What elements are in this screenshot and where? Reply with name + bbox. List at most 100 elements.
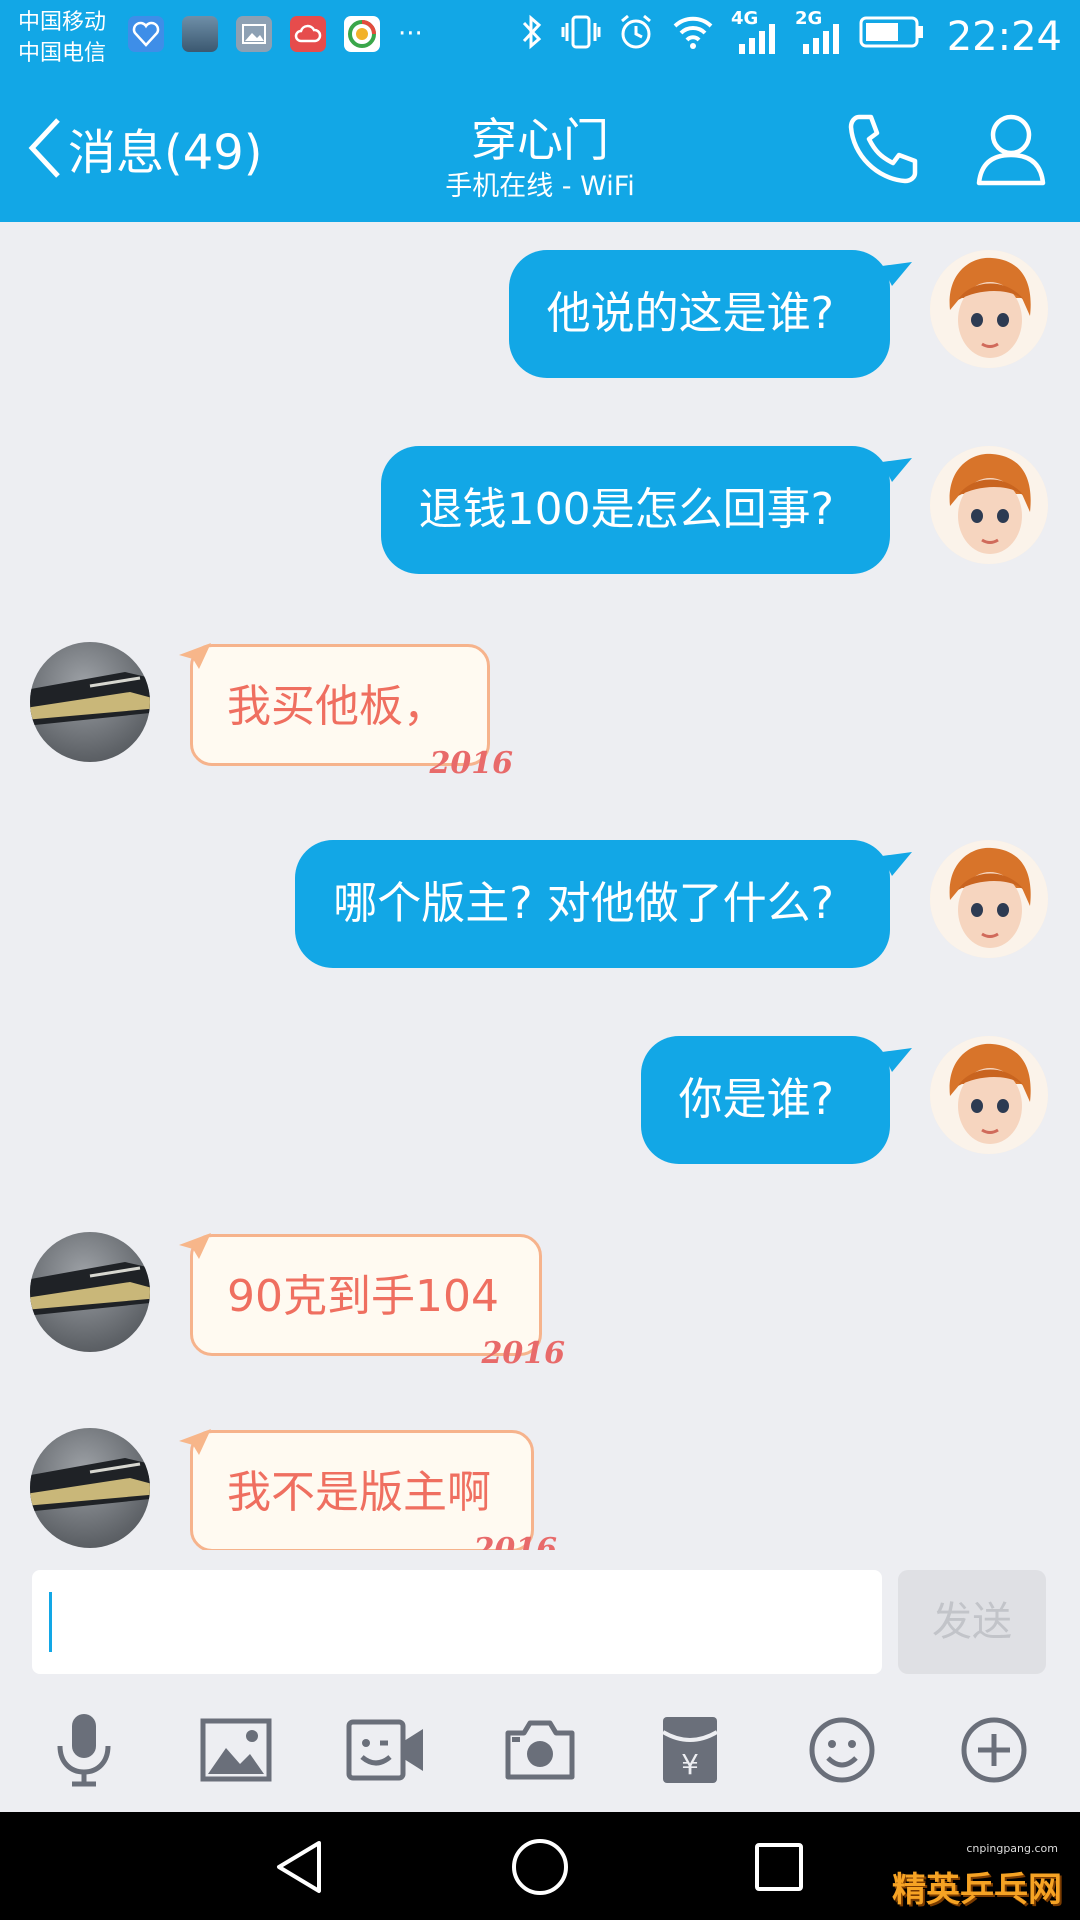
status-bar: 中国移动 中国电信 ··· 4G 2G 22:24: [0, 0, 1080, 78]
bubble-tail: [882, 458, 912, 482]
browser-icon: [344, 16, 380, 52]
call-button[interactable]: [842, 108, 924, 190]
camera-icon: [505, 1720, 575, 1780]
my-avatar[interactable]: [930, 840, 1048, 958]
video-chat-button[interactable]: [346, 1710, 426, 1790]
contact-avatar[interactable]: [30, 1428, 150, 1548]
message-bubble-sent[interactable]: 退钱100是怎么回事?: [380, 446, 912, 574]
message-list[interactable]: 他说的这是谁? 退钱100是怎么回事? 我买他板， 2016 哪个版主? 对他做…: [0, 222, 1080, 1550]
bluetooth-icon: [522, 14, 542, 50]
gallery-thumbnail-icon: [182, 16, 218, 52]
home-circle-icon: [512, 1839, 568, 1895]
contact-avatar[interactable]: [30, 1232, 150, 1352]
message-row-sent: 哪个版主? 对他做了什么?: [0, 836, 1080, 968]
cartoon-face-icon: [930, 840, 1048, 958]
cartoon-face-icon: [930, 250, 1048, 368]
paper-plane-decoration: [179, 643, 211, 669]
carrier-2: 中国电信: [18, 41, 107, 66]
vibrate-icon: [561, 15, 601, 49]
video-chat-icon: [346, 1719, 423, 1781]
nav-home-button[interactable]: [507, 1834, 573, 1900]
contact-avatar[interactable]: [30, 642, 150, 762]
emoji-icon: [809, 1717, 875, 1783]
watermark-title: 精英乒乓网: [892, 1870, 1062, 1910]
signal-4g: 4G: [731, 8, 779, 54]
card-photo-icon: [30, 672, 150, 726]
alarm-icon: [621, 14, 651, 49]
message-text: 退钱100是怎么回事?: [418, 484, 834, 535]
message-bubble-received[interactable]: 我买他板， 2016: [179, 643, 513, 779]
paper-plane-decoration: [179, 1233, 211, 1259]
message-text: 他说的这是谁?: [546, 288, 834, 339]
send-button[interactable]: 发送: [898, 1570, 1046, 1674]
sticker-2016: 2016: [481, 1336, 565, 1371]
carrier-1: 中国移动: [18, 10, 107, 35]
red-packet-button[interactable]: ¥: [650, 1710, 730, 1790]
message-text: 我不是版主啊: [227, 1467, 491, 1518]
message-row-received: 我不是版主啊 2016: [0, 1424, 1080, 1550]
bubble-tail: [882, 262, 912, 286]
voice-button[interactable]: [44, 1710, 124, 1790]
sticker-2016: 2016: [429, 746, 514, 781]
input-toolbar: ¥: [0, 1680, 1080, 1812]
sticker-2016: 2016: [473, 1532, 558, 1551]
site-watermark: cnpingpang.com 精英乒乓网: [892, 1836, 1072, 1920]
message-bubble-sent[interactable]: 哪个版主? 对他做了什么?: [295, 840, 912, 968]
camera-button[interactable]: [500, 1710, 580, 1790]
notification-icons: ···: [128, 16, 423, 52]
message-bubble-received[interactable]: 90克到手104 2016: [179, 1233, 565, 1369]
person-icon: [976, 114, 1046, 186]
system-icons: 4G 2G: [519, 8, 925, 54]
red-packet-icon: ¥: [661, 1717, 719, 1783]
composer-bar: 发送: [0, 1550, 1080, 1680]
nav-recents-button[interactable]: [746, 1834, 812, 1900]
recents-square-icon: [755, 1843, 803, 1891]
message-row-sent: 他说的这是谁?: [0, 246, 1080, 378]
message-bubble-received[interactable]: 我不是版主啊 2016: [179, 1429, 557, 1550]
my-avatar[interactable]: [930, 446, 1048, 564]
plus-icon: [961, 1717, 1027, 1783]
microphone-icon: [57, 1714, 111, 1787]
chat-header: 消息(49) 穿心门 手机在线 - WiFi: [0, 78, 1080, 222]
phone-icon: [848, 114, 918, 184]
message-text: 90克到手104: [227, 1271, 499, 1322]
message-bubble-sent[interactable]: 你是谁?: [640, 1036, 912, 1164]
my-avatar[interactable]: [930, 1036, 1048, 1154]
signal-2g: 2G: [795, 8, 843, 54]
emoji-button[interactable]: [802, 1710, 882, 1790]
cloud-icon: [290, 16, 326, 52]
card-photo-icon: [30, 1458, 150, 1512]
cartoon-face-icon: [930, 446, 1048, 564]
bubble-tail: [882, 852, 912, 876]
battery-icon: [859, 16, 923, 48]
back-triangle-icon: [277, 1841, 321, 1893]
profile-button[interactable]: [970, 108, 1052, 190]
wifi-icon: [673, 16, 713, 49]
text-caret: [49, 1592, 52, 1652]
message-text: 我买他板，: [227, 681, 447, 732]
message-row-received: 90克到手104 2016: [0, 1228, 1080, 1369]
message-bubble-sent[interactable]: 他说的这是谁?: [508, 250, 912, 378]
svg-text:¥: ¥: [681, 1748, 699, 1781]
more-notifications: ···: [398, 19, 423, 49]
watermark-url: cnpingpang.com: [966, 1842, 1058, 1855]
clock: 22:24: [946, 14, 1062, 60]
image-button[interactable]: [196, 1710, 276, 1790]
my-avatar[interactable]: [930, 250, 1048, 368]
health-icon: [128, 16, 164, 52]
cartoon-face-icon: [930, 1036, 1048, 1154]
more-button[interactable]: [954, 1710, 1034, 1790]
message-row-sent: 你是谁?: [0, 1032, 1080, 1164]
message-input[interactable]: [32, 1570, 882, 1674]
carrier-info: 中国移动 中国电信: [18, 7, 106, 69]
image-icon: [200, 1718, 272, 1782]
message-text: 你是谁?: [678, 1074, 834, 1125]
bubble-tail: [882, 1048, 912, 1072]
message-row-sent: 退钱100是怎么回事?: [0, 442, 1080, 574]
paper-plane-decoration: [179, 1429, 211, 1455]
photo-icon: [236, 16, 272, 52]
card-photo-icon: [30, 1262, 150, 1316]
message-row-received: 我买他板， 2016: [0, 638, 1080, 779]
message-text: 哪个版主? 对他做了什么?: [333, 878, 834, 929]
nav-back-button[interactable]: [266, 1834, 332, 1900]
